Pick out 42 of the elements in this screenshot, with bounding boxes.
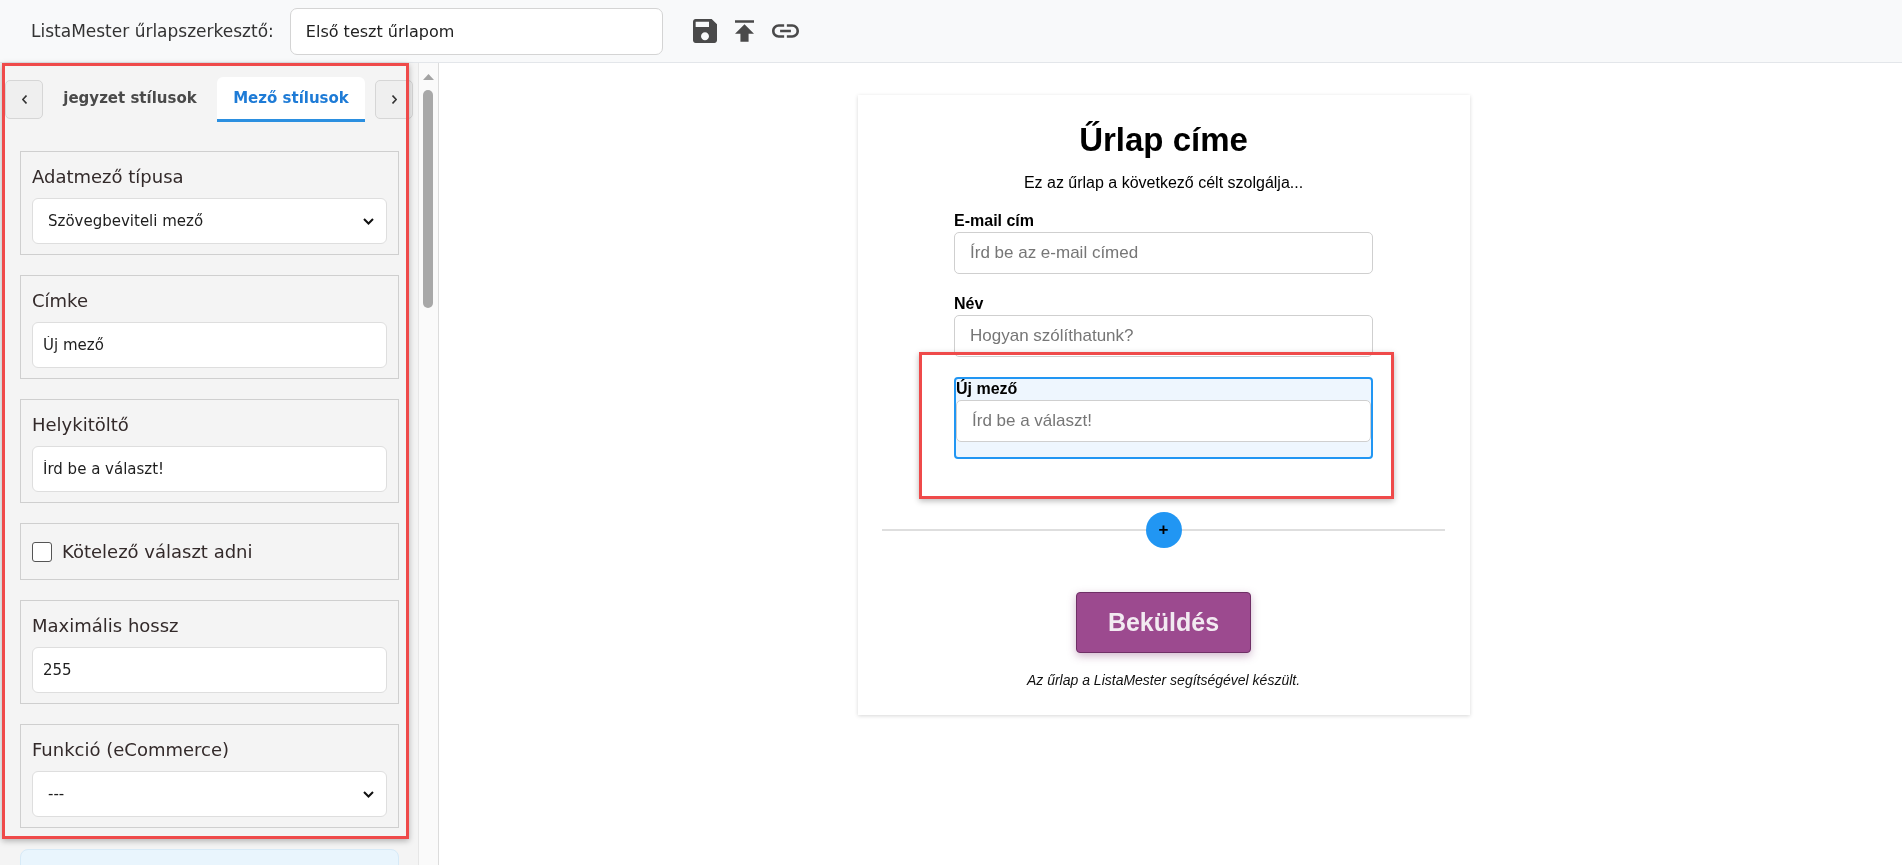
chevron-down-icon <box>363 217 374 225</box>
scrollbar[interactable] <box>418 63 438 865</box>
input-field[interactable]: Írd be az e-mail címed <box>954 232 1373 274</box>
save-icon <box>692 19 717 43</box>
submit-button[interactable]: Beküldés <box>1076 592 1251 653</box>
tab[interactable]: jegyzet stílusok <box>43 77 217 122</box>
checkbox-label: Kötelező választ adni <box>62 541 253 562</box>
form-name-input[interactable]: Első teszt űrlapom <box>289 7 663 55</box>
group-label: Adatmező típusa <box>32 165 185 189</box>
group-label: Funkció (eCommerce) <box>32 738 231 762</box>
save-button[interactable] <box>692 19 717 43</box>
link-icon <box>771 24 799 38</box>
scroll-tabs-right-button[interactable] <box>375 80 413 119</box>
selected-field-frame[interactable]: Új mező Írd be a választ! <box>954 377 1373 459</box>
tab[interactable]: Mező stílusok <box>217 77 365 122</box>
group-label: Helykitöltő <box>32 413 130 437</box>
form-description: Ez az űrlap a következő célt szolgálja... <box>1023 173 1304 193</box>
chevron-down-icon <box>363 790 374 798</box>
field-label: E-mail cím <box>954 211 1036 230</box>
group-label: Maximális hossz <box>32 614 180 638</box>
scroll-up-icon[interactable] <box>423 74 434 80</box>
upload-arrow-icon <box>734 20 754 42</box>
app-title: ListaMester űrlapszerkesztő: <box>31 21 274 41</box>
text-input[interactable]: Új mező <box>32 322 387 368</box>
text-input[interactable]: Írd be a választ! <box>32 446 387 492</box>
add-field-button[interactable]: + <box>1145 512 1182 548</box>
checkbox[interactable] <box>32 541 52 562</box>
link-button[interactable] <box>771 24 799 38</box>
input-field[interactable]: Hogyan szólíthatunk? <box>954 315 1373 357</box>
dropdown-field[interactable]: Szövegbeviteli mező <box>32 198 387 244</box>
input-field[interactable]: Írd be a választ! <box>956 400 1371 442</box>
chevron-left-icon <box>21 95 27 104</box>
dropdown-field[interactable]: --- <box>32 771 387 817</box>
form-title: Űrlap címe <box>1079 120 1248 160</box>
scrollbar-thumb[interactable] <box>423 90 433 308</box>
form-footer-note: Az űrlap a ListaMester segítségével készült. <box>1026 671 1301 689</box>
publish-button[interactable] <box>734 20 754 42</box>
text-input[interactable]: 255 <box>32 647 387 693</box>
group-label: Címke <box>32 289 89 313</box>
field-label: Név <box>954 294 985 313</box>
field-label: Új mező <box>956 379 1019 398</box>
chevron-right-icon <box>391 95 397 104</box>
